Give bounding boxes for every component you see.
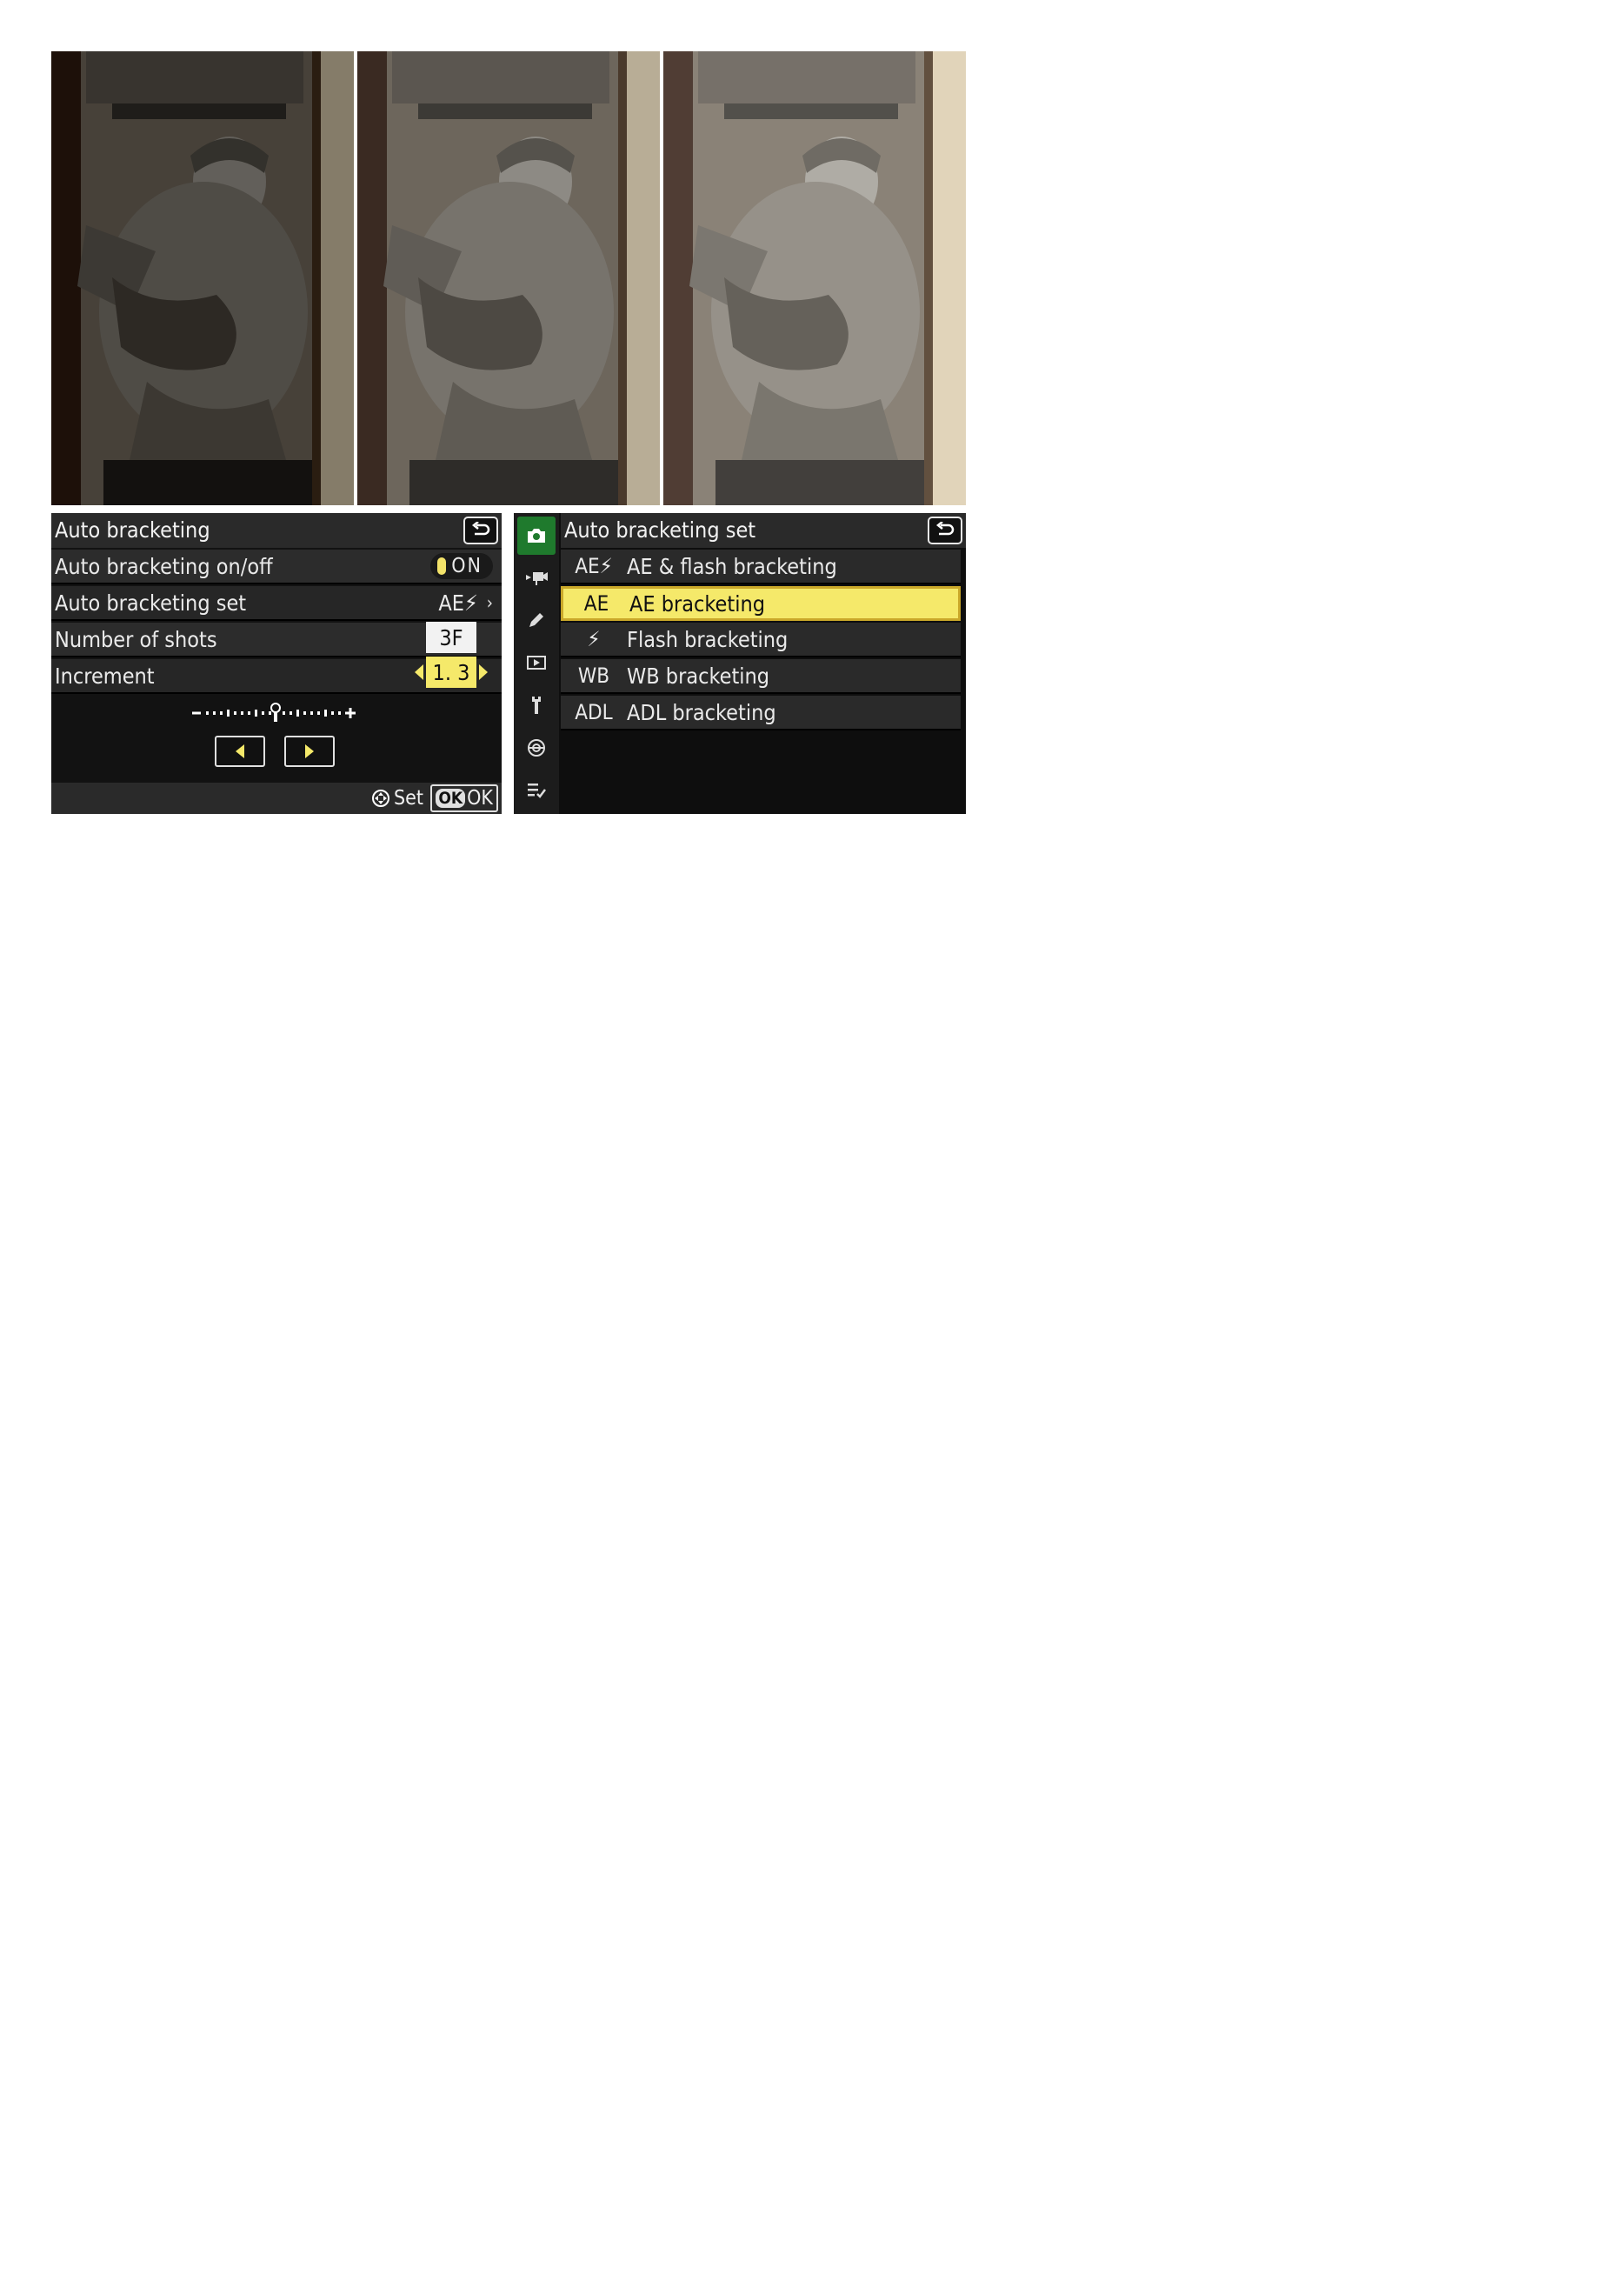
option-ae-flash-bracketing[interactable]: AE⚡ AE & flash bracketing xyxy=(561,550,961,584)
page-title: Auto bracketing xyxy=(51,513,502,548)
ok-label: OK xyxy=(467,787,493,810)
tab-setup[interactable] xyxy=(517,686,556,724)
exposure-scale xyxy=(192,703,356,722)
return-icon xyxy=(471,522,490,536)
network-icon xyxy=(528,739,545,757)
option-flash-bracketing[interactable]: ⚡ Flash bracketing xyxy=(561,623,961,657)
set-hint: Set xyxy=(371,784,423,812)
multi-selector-icon xyxy=(372,790,390,807)
page-title: Auto bracketing set xyxy=(561,513,966,548)
back-button[interactable] xyxy=(928,517,962,544)
triangle-left-icon xyxy=(236,744,244,758)
return-icon xyxy=(935,522,955,536)
tab-movie[interactable] xyxy=(517,558,556,597)
playback-icon xyxy=(527,656,546,670)
wrench-icon xyxy=(532,697,541,714)
increase-button[interactable] xyxy=(284,736,335,767)
row-label: Auto bracketing on/off xyxy=(55,553,273,579)
increment-value[interactable]: 1. 3 xyxy=(426,657,476,688)
row-bracketing-on-off[interactable]: Auto bracketing on/off ON xyxy=(51,550,502,584)
ok-badge: OK xyxy=(436,789,466,808)
row-label: Auto bracketing set xyxy=(55,590,247,616)
option-code: AE xyxy=(583,591,609,616)
toggle-knob xyxy=(437,557,447,575)
pencil-icon xyxy=(529,613,543,627)
option-ae-bracketing[interactable]: AE AE bracketing xyxy=(561,586,961,621)
auto-bracketing-screen: Auto bracketing Auto bracketing on/off O… xyxy=(51,513,502,814)
triangle-right-icon xyxy=(305,744,314,758)
option-code: WB xyxy=(577,664,610,688)
tab-playback[interactable] xyxy=(517,644,556,682)
option-label: Flash bracketing xyxy=(627,626,789,652)
tab-custom-settings[interactable] xyxy=(517,601,556,639)
option-code: AE⚡ xyxy=(575,554,613,578)
increment-left-arrow-icon xyxy=(415,664,423,680)
back-button[interactable] xyxy=(463,517,498,544)
photo-underexposed xyxy=(51,51,354,505)
tab-photo-shooting[interactable] xyxy=(517,517,556,555)
increment-right-arrow-icon xyxy=(479,664,488,680)
movie-icon xyxy=(526,572,548,585)
tab-my-menu[interactable] xyxy=(517,771,556,810)
toggle-value: ON xyxy=(451,555,483,577)
my-menu-icon xyxy=(528,784,546,798)
photo-overexposed xyxy=(663,51,966,505)
option-wb-bracketing[interactable]: WB WB bracketing xyxy=(561,659,961,694)
camera-icon xyxy=(528,529,545,543)
footer-bar: Set OK OK xyxy=(51,783,502,814)
option-adl-bracketing[interactable]: ADL ADL bracketing xyxy=(561,696,961,730)
ok-button[interactable]: OK OK xyxy=(430,784,498,812)
chevron-right-icon: › xyxy=(486,592,493,613)
option-label: WB bracketing xyxy=(627,663,770,689)
tab-network[interactable] xyxy=(517,729,556,767)
on-off-toggle[interactable]: ON xyxy=(430,553,493,579)
option-code: ⚡ xyxy=(587,627,601,651)
set-label: Set xyxy=(394,787,423,810)
decrease-button[interactable] xyxy=(215,736,265,767)
auto-bracketing-set-screen: Auto bracketing set AE⚡ AE & flash brack… xyxy=(514,513,966,814)
photo-normal xyxy=(357,51,660,505)
bracketing-set-value: AE⚡ xyxy=(438,590,478,616)
bracketed-photo-strip xyxy=(51,51,966,505)
shots-value[interactable]: 3F xyxy=(426,622,476,653)
menu-tab-column xyxy=(514,513,559,814)
option-code: ADL xyxy=(575,700,613,724)
option-label: AE bracketing xyxy=(629,590,765,617)
option-label: AE & flash bracketing xyxy=(627,553,837,579)
row-bracketing-set[interactable]: Auto bracketing set AE⚡ › xyxy=(51,586,502,621)
option-label: ADL bracketing xyxy=(627,699,776,725)
